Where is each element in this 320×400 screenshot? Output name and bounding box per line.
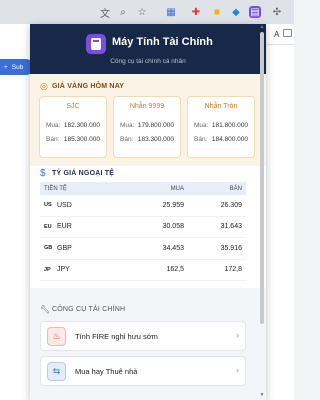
scroll-down-arrow[interactable]: ▼	[259, 393, 265, 398]
buy-label: Mua:	[120, 122, 135, 129]
sell-rate: 31.643	[220, 223, 242, 231]
gold-buy-value: 182.300.000	[63, 122, 100, 129]
calculator-extension-icon[interactable]: ▤	[249, 6, 261, 18]
translate-icon[interactable]: 文	[99, 6, 111, 20]
swap-arrows-icon: ⇆	[47, 362, 66, 381]
coins-icon: ◎	[40, 81, 48, 91]
gold-sell-value: 183.300.000	[137, 136, 174, 143]
subscribe-button[interactable]: + Sub	[0, 59, 34, 75]
column-header-sell: BÁN	[229, 185, 242, 192]
tools-section-title: CÔNG CỤ TÀI CHÍNH	[52, 306, 126, 313]
app-title: Máy Tính Tài Chính	[112, 36, 213, 48]
exchange-rate-section: $ TỶ GIÁ NGOẠI TỆ TIỀN TỆ MUA BÁN US USD …	[30, 166, 266, 288]
financial-tools-section: 🔧︎ CÔNG CỤ TÀI CHÍNH ♨ Tính FIRE nghỉ hư…	[30, 288, 266, 400]
chevron-right-icon: ›	[236, 330, 239, 340]
sell-label: Bán:	[194, 136, 208, 143]
gold-card-nhan-9999: Nhẫn 9999 Mua: 179.800.000 Bán: 183.300.00…	[113, 96, 181, 158]
subscribe-button-label: Sub	[11, 63, 24, 71]
gold-card-nhan-tron: Nhẫn Tròn Mua: 181.800.000 Bán: 184.800.00…	[187, 96, 255, 158]
eu-flag-icon: EU	[44, 223, 52, 230]
buy-rate: 25.959	[162, 201, 184, 209]
divider	[266, 44, 294, 45]
table-row: US USD 25.959 26.309	[40, 195, 246, 217]
buy-rate: 34.453	[162, 244, 184, 252]
table-row: JP JPY 162,5 172,8	[40, 260, 246, 281]
folder-icon[interactable]	[283, 29, 292, 37]
buy-label: Mua:	[194, 122, 209, 129]
plus-icon: +	[4, 63, 8, 71]
jp-flag-icon: JP	[44, 266, 51, 273]
wrench-icon: 🔧︎	[40, 305, 51, 314]
gold-sell-value: 185.300.000	[63, 136, 100, 143]
gold-price-section: ◎ GIÁ VÀNG HÔM NAY SJC Mua: 182.300.000 B…	[30, 74, 266, 166]
zoom-icon[interactable]: ⌕	[117, 6, 129, 18]
currency-code: JPY	[57, 266, 70, 274]
sell-rate: 172,8	[224, 266, 242, 274]
table-row: EU EUR 30.058 31.643	[40, 217, 246, 238]
tool-label: Tính FIRE nghỉ hưu sớm	[75, 332, 158, 341]
exchange-rate-table: TIỀN TỆ MUA BÁN US USD 25.959 26.309 EU EU…	[40, 182, 246, 281]
sell-label: Bán:	[120, 136, 134, 143]
gold-buy-value: 179.800.000	[137, 122, 174, 129]
tool-fire-calculator[interactable]: ♨ Tính FIRE nghỉ hưu sớm ›	[40, 321, 246, 351]
currency-code: GBP	[57, 244, 72, 252]
column-header-currency: TIỀN TỆ	[44, 185, 67, 192]
bookmark-letter: A	[274, 30, 280, 39]
gold-buy-value: 181.800.000	[211, 122, 248, 129]
us-flag-icon: US	[44, 202, 52, 209]
currency-code: EUR	[57, 223, 72, 231]
gold-card-sjc: SJC Mua: 182.300.000 Bán: 185.300.000	[39, 96, 107, 158]
sell-rate: 35.916	[220, 244, 242, 252]
extension-b-icon[interactable]: ✚	[190, 6, 202, 18]
buy-label: Mua:	[46, 122, 61, 129]
app-subtitle: Công cụ tài chính cá nhân	[110, 58, 186, 65]
gold-card-name: SJC	[66, 103, 80, 110]
browser-toolbar: 文 ⌕ ☆ ▦ ✚ ■ ◆ ▤ ✣	[0, 0, 294, 24]
chevron-right-icon: ›	[236, 365, 239, 375]
extension-d-icon[interactable]: ◆	[230, 6, 242, 18]
extension-c-icon[interactable]: ■	[211, 6, 223, 18]
gold-card-name: Nhẫn Tròn	[204, 103, 238, 110]
puzzle-icon[interactable]: ✣	[271, 6, 283, 18]
fire-icon: ♨	[47, 327, 66, 346]
extension-popup: Máy Tính Tài Chính Công cụ tài chính cá …	[30, 24, 266, 400]
gb-flag-icon: GB	[44, 245, 53, 252]
buy-rate: 30.058	[162, 223, 184, 231]
dollar-icon: $	[40, 168, 46, 179]
scrollbar-thumb[interactable]	[260, 32, 264, 324]
page-background-left	[0, 24, 30, 400]
sell-rate: 26.309	[220, 201, 242, 209]
table-header: TIỀN TỆ MUA BÁN	[40, 182, 246, 195]
buy-rate: 162,5	[166, 266, 184, 274]
page-background-right	[266, 24, 294, 400]
star-icon[interactable]: ☆	[136, 6, 148, 18]
currency-code: USD	[57, 201, 72, 209]
tool-label: Mua hay Thuê nhà	[75, 367, 138, 376]
popup-header: Máy Tính Tài Chính Công cụ tài chính cá …	[30, 24, 266, 74]
gold-card-name: Nhẫn 9999	[129, 103, 165, 110]
fx-section-title: TỶ GIÁ NGOẠI TỆ	[52, 170, 115, 177]
scroll-up-arrow[interactable]: ▲	[259, 25, 265, 30]
extension-a-icon[interactable]: ▦	[165, 6, 177, 18]
gold-section-title: GIÁ VÀNG HÔM NAY	[52, 83, 125, 90]
column-header-buy: MUA	[170, 185, 184, 192]
tool-buy-or-rent[interactable]: ⇆ Mua hay Thuê nhà ›	[40, 356, 246, 386]
calculator-icon	[86, 34, 106, 54]
gold-sell-value: 184.800.000	[211, 136, 248, 143]
table-row: GB GBP 34.453 35.916	[40, 238, 246, 260]
sell-label: Bán:	[46, 136, 60, 143]
